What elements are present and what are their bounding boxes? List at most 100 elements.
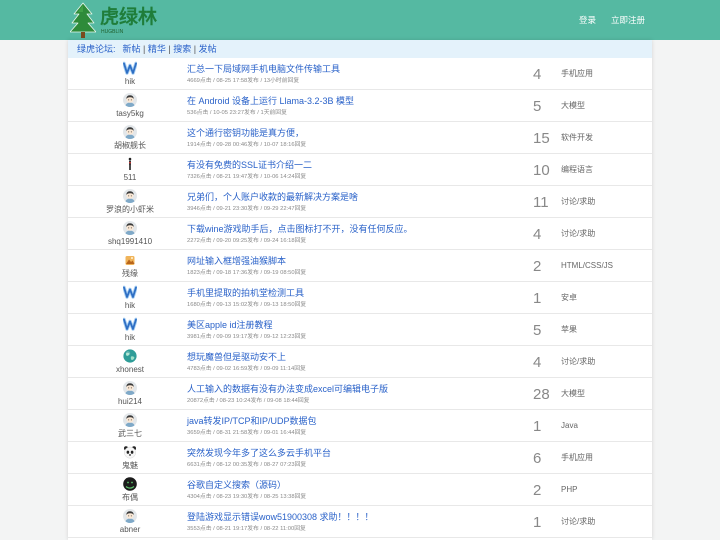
thread-author[interactable]: abner bbox=[68, 525, 192, 535]
thread-title-link[interactable]: java转发IP/TCP和IP/UDP数据包 bbox=[187, 416, 317, 427]
default-avatar-icon bbox=[123, 381, 137, 395]
panda-avatar-icon bbox=[123, 445, 137, 459]
thread-row: hik 手机里提取的拍机堂检测工具 1680点击 / 09-13 15:02发布… bbox=[68, 282, 652, 314]
category-link[interactable]: 讨论/求助 bbox=[561, 357, 595, 367]
thread-title-link[interactable]: 突然发现今年多了这么多云手机平台 bbox=[187, 448, 331, 459]
category-link[interactable]: 讨论/求助 bbox=[561, 229, 595, 239]
pixel-figure-avatar-icon bbox=[123, 157, 137, 171]
login-link[interactable]: 登录 bbox=[579, 14, 596, 26]
thread-meta: 7326点击 / 08-21 19:47发布 / 10-06 14:24回复 bbox=[187, 174, 307, 180]
reply-count: 6 bbox=[533, 450, 542, 467]
thread-title-link[interactable]: 人工输入的数据有没有办法变成excel可编辑电子版 bbox=[187, 384, 388, 395]
thread-author[interactable]: shq1991410 bbox=[68, 237, 192, 247]
new-thread-link[interactable]: 发帖 bbox=[199, 44, 217, 54]
thread-row: 511 有没有免费的SSL证书介绍一二 7326点击 / 08-21 19:47… bbox=[68, 154, 652, 186]
avatar[interactable] bbox=[123, 413, 137, 427]
thread-author[interactable]: tasy5kg bbox=[68, 109, 192, 119]
featured-link[interactable]: 精华 bbox=[148, 44, 166, 54]
thread-row: tasy5kg 在 Android 设备上运行 Llama-3.2-3B 模型 … bbox=[68, 90, 652, 122]
category-link[interactable]: 大模型 bbox=[561, 101, 585, 111]
reply-count: 2 bbox=[533, 482, 542, 499]
avatar[interactable] bbox=[123, 253, 137, 267]
thread-author[interactable]: 罗浪的小虾米 bbox=[68, 205, 192, 215]
category-link[interactable]: PHP bbox=[561, 485, 577, 495]
category-link[interactable]: 安卓 bbox=[561, 293, 577, 303]
category-link[interactable]: 软件开发 bbox=[561, 133, 593, 143]
avatar[interactable] bbox=[123, 221, 137, 235]
default-avatar-icon bbox=[123, 189, 137, 203]
default-avatar-icon bbox=[123, 93, 137, 107]
thread-meta: 4304点击 / 08-23 19:30发布 / 08-25 13:38回复 bbox=[187, 494, 307, 500]
thread-author[interactable]: hik bbox=[68, 77, 192, 87]
breadcrumb-separator: | bbox=[193, 44, 197, 54]
breadcrumb-separator: | bbox=[143, 44, 146, 54]
site-header: 虎绿林 HUGBLIN 登录 立即注册 bbox=[0, 0, 720, 40]
thread-row: hui214 人工输入的数据有没有办法变成excel可编辑电子版 20872点击… bbox=[68, 378, 652, 410]
category-link[interactable]: 讨论/求助 bbox=[561, 517, 595, 527]
thread-title-link[interactable]: 兄弟们，个人账户收款的最新解决方案是啥 bbox=[187, 192, 358, 203]
thread-meta: 1823点击 / 09-18 17:36发布 / 09-19 08:50回复 bbox=[187, 270, 307, 276]
thread-author[interactable]: 胡椒舰长 bbox=[68, 141, 192, 151]
avatar[interactable] bbox=[123, 189, 137, 203]
thread-author[interactable]: 残缘 bbox=[68, 269, 192, 279]
category-link[interactable]: 苹果 bbox=[561, 325, 577, 335]
thread-meta: 20872点击 / 08-23 10:24发布 / 09-08 18:44回复 bbox=[187, 398, 310, 404]
category-link[interactable]: 编程语言 bbox=[561, 165, 593, 175]
thread-title-link[interactable]: 谷歌自定义搜索（源码） bbox=[187, 480, 286, 491]
avatar[interactable] bbox=[123, 349, 137, 363]
thread-title-link[interactable]: 网址输入框增强油猴脚本 bbox=[187, 256, 286, 267]
thread-author[interactable]: 武三七 bbox=[68, 429, 192, 439]
avatar[interactable] bbox=[123, 445, 137, 459]
category-link[interactable]: 手机应用 bbox=[561, 69, 593, 79]
thread-meta: 6631点击 / 08-12 00:35发布 / 08-27 07:23回复 bbox=[187, 462, 307, 468]
thread-title-link[interactable]: 登陆游戏显示错误wow51900308 求助！！！！ bbox=[187, 512, 374, 523]
avatar[interactable] bbox=[123, 381, 137, 395]
thread-author[interactable]: hui214 bbox=[68, 397, 192, 407]
avatar[interactable] bbox=[123, 125, 137, 139]
thread-title-link[interactable]: 下载wine游戏助手后，点击图标打不开，没有任何反应。 bbox=[187, 224, 413, 235]
default-avatar-icon bbox=[123, 509, 137, 523]
thread-author[interactable]: hik bbox=[68, 333, 192, 343]
breadcrumb-forum-link[interactable]: 绿虎论坛: bbox=[77, 44, 116, 54]
thread-author[interactable]: 布偶 bbox=[68, 493, 192, 503]
thread-meta: 3659点击 / 08-31 21:58发布 / 09-01 16:44回复 bbox=[187, 430, 307, 436]
category-link[interactable]: Java bbox=[561, 421, 578, 431]
default-avatar-icon bbox=[123, 413, 137, 427]
reply-count: 1 bbox=[533, 514, 542, 531]
site-logo[interactable]: 虎绿林 HUGBLIN bbox=[68, 0, 168, 40]
avatar[interactable] bbox=[123, 61, 137, 75]
reply-count: 1 bbox=[533, 290, 542, 307]
thread-author[interactable]: 鬼魅 bbox=[68, 461, 192, 471]
thread-meta: 1914点击 / 09-28 00:46发布 / 10-07 18:16回复 bbox=[187, 142, 307, 148]
thread-author[interactable]: hik bbox=[68, 301, 192, 311]
reply-count: 4 bbox=[533, 226, 542, 243]
thread-list-panel: 绿虎论坛: 新帖 | 精华 | 搜索 | 发帖 hik 汇总一下局域网手机电脑文件传输工具 4… bbox=[68, 40, 652, 540]
reply-count: 4 bbox=[533, 66, 542, 83]
avatar[interactable] bbox=[123, 285, 137, 299]
category-link[interactable]: HTML/CSS/JS bbox=[561, 261, 613, 271]
thread-title-link[interactable]: 手机里提取的拍机堂检测工具 bbox=[187, 288, 304, 299]
thread-row: hik 汇总一下局域网手机电脑文件传输工具 4669点击 / 08-25 17:… bbox=[68, 58, 652, 90]
thread-title-link[interactable]: 这个通行密钥功能是真方便， bbox=[187, 128, 304, 139]
avatar[interactable] bbox=[123, 509, 137, 523]
thread-meta: 2272点击 / 09-20 09:25发布 / 09-24 16:18回复 bbox=[187, 238, 307, 244]
register-link[interactable]: 立即注册 bbox=[611, 14, 645, 26]
thread-title-link[interactable]: 美区apple id注册教程 bbox=[187, 320, 273, 331]
thread-author[interactable]: 511 bbox=[68, 173, 192, 183]
thread-title-link[interactable]: 在 Android 设备上运行 Llama-3.2-3B 模型 bbox=[187, 96, 354, 107]
w-logo-avatar-icon bbox=[123, 61, 137, 75]
category-link[interactable]: 大模型 bbox=[561, 389, 585, 399]
avatar[interactable] bbox=[123, 93, 137, 107]
search-link[interactable]: 搜索 bbox=[173, 44, 191, 54]
category-link[interactable]: 手机应用 bbox=[561, 453, 593, 463]
thread-title-link[interactable]: 想玩魔兽但是驱动安不上 bbox=[187, 352, 286, 363]
new-posts-link[interactable]: 新帖 bbox=[123, 44, 141, 54]
avatar[interactable] bbox=[123, 477, 137, 491]
avatar[interactable] bbox=[123, 317, 137, 331]
thread-title-link[interactable]: 汇总一下局域网手机电脑文件传输工具 bbox=[187, 64, 340, 75]
thread-title-link[interactable]: 有没有免费的SSL证书介绍一二 bbox=[187, 160, 312, 171]
thread-author[interactable]: xhonest bbox=[68, 365, 192, 375]
category-link[interactable]: 讨论/求助 bbox=[561, 197, 595, 207]
thread-row: 残缘 网址输入框增强油猴脚本 1823点击 / 09-18 17:36发布 / … bbox=[68, 250, 652, 282]
avatar[interactable] bbox=[123, 157, 137, 171]
